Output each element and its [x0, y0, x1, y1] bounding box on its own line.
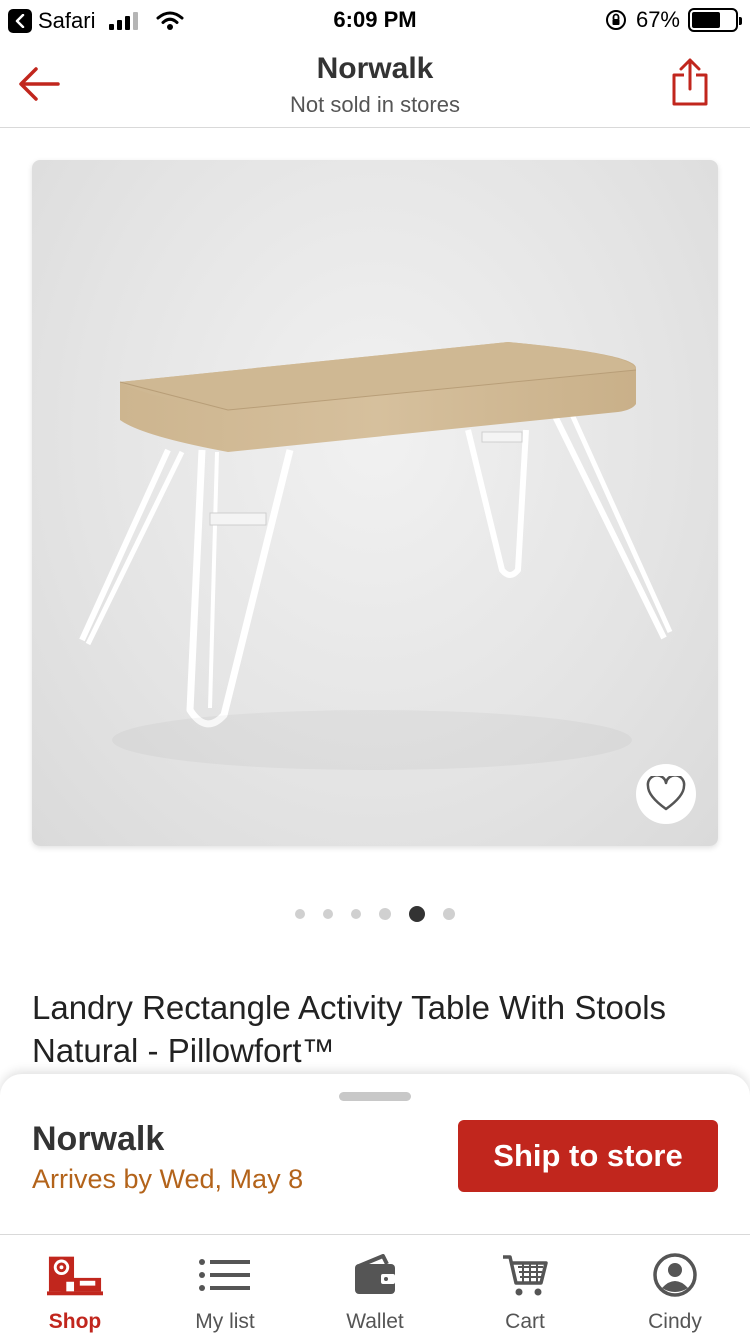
tab-label: Shop — [48, 1310, 102, 1333]
tab-wallet[interactable]: Wallet — [300, 1235, 450, 1334]
pagination-dot-active[interactable] — [409, 906, 425, 922]
page-title: Norwalk — [316, 52, 434, 85]
wallet-icon — [355, 1253, 395, 1294]
account-icon — [653, 1252, 697, 1297]
tab-label: My list — [195, 1310, 255, 1333]
tab-label: Cindy — [648, 1310, 702, 1333]
target-store-icon — [47, 1256, 103, 1295]
pagination-dot[interactable] — [295, 909, 305, 919]
pagination-dot[interactable] — [323, 909, 333, 919]
favorite-button[interactable] — [636, 764, 696, 824]
page-subtitle: Not sold in stores — [290, 92, 460, 117]
battery-percent: 67% — [635, 7, 680, 32]
share-icon — [672, 58, 708, 106]
tab-label: Cart — [505, 1310, 545, 1333]
orientation-lock-icon — [605, 10, 626, 30]
fulfillment-sheet: Norwalk Arrives by Wed, May 8 Ship to st… — [0, 1074, 750, 1234]
pagination-dot[interactable] — [443, 908, 455, 920]
ship-to-store-button[interactable]: Ship to store — [458, 1120, 718, 1192]
arrival-date: Arrives by Wed, May 8 — [32, 1164, 304, 1194]
header: Norwalk Not sold in stores — [0, 44, 750, 128]
list-icon — [199, 1258, 250, 1291]
status-right: 67% — [604, 7, 742, 33]
pagination-dot[interactable] — [351, 909, 361, 919]
image-pagination[interactable] — [0, 906, 750, 922]
tab-my-list[interactable]: My list — [150, 1235, 300, 1334]
tab-bar: Shop My list Wallet Cart Cindy — [0, 1234, 750, 1334]
product-title: Landry Rectangle Activity Table With Sto… — [32, 989, 667, 1069]
tab-shop[interactable]: Shop — [0, 1235, 150, 1334]
product-photo-table — [79, 342, 673, 728]
share-button[interactable] — [670, 56, 710, 108]
cart-icon — [503, 1254, 548, 1295]
tab-label: Wallet — [346, 1310, 404, 1333]
tab-cart[interactable]: Cart — [450, 1235, 600, 1334]
status-bar: Safari 6:09 PM 67% — [0, 0, 750, 40]
pagination-dot[interactable] — [379, 908, 391, 920]
sheet-handle[interactable] — [339, 1092, 411, 1101]
heart-icon — [646, 776, 686, 811]
store-name: Norwalk — [32, 1120, 165, 1158]
tab-account[interactable]: Cindy — [600, 1235, 750, 1334]
battery-icon — [688, 8, 742, 32]
product-image[interactable] — [32, 160, 718, 846]
